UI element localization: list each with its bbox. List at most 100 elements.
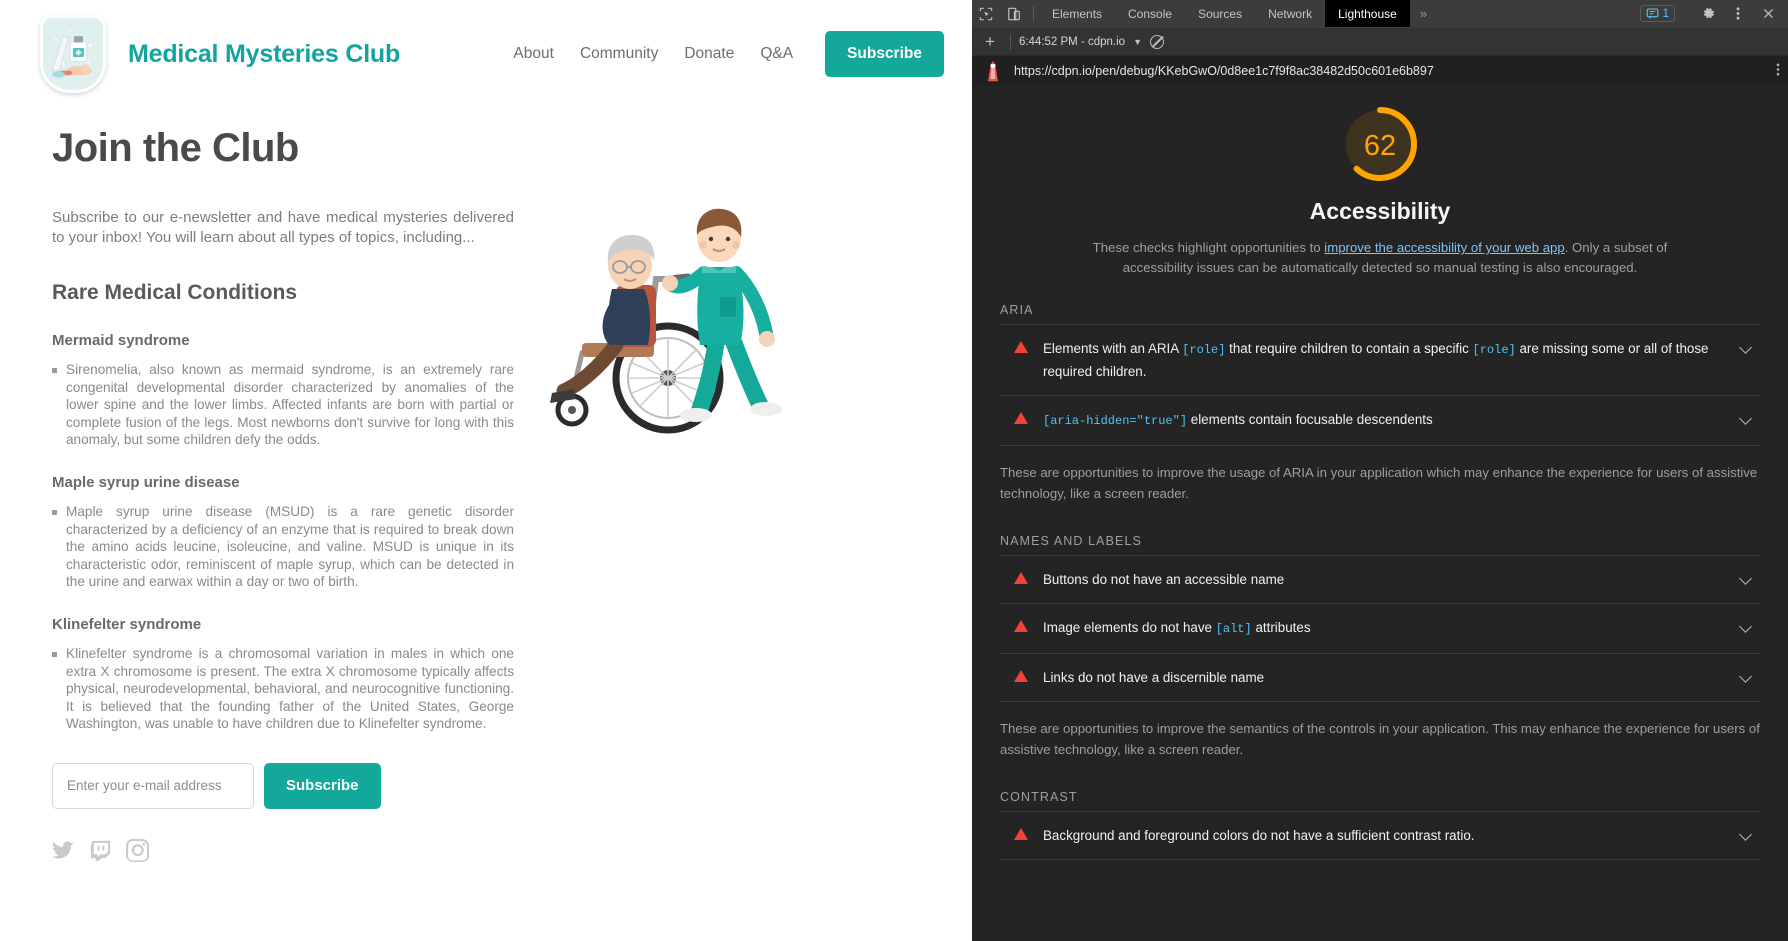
more-tabs-icon[interactable]: »: [1410, 0, 1437, 27]
instagram-icon[interactable]: [126, 838, 149, 862]
social-links: [52, 838, 522, 862]
subscribe-form: Subscribe: [52, 762, 522, 809]
issues-badge[interactable]: 1: [1639, 5, 1675, 22]
category-title: Accessibility: [1309, 198, 1451, 224]
lighthouse-runs-bar: + 6:44:52 PM - cdpn.io ▼: [972, 28, 1788, 56]
audit-list: Background and foreground colors do not …: [1000, 811, 1760, 860]
score-gauge-wrap: 62: [1000, 104, 1760, 189]
condition-list-0: Sirenomelia, also known as mermaid syndr…: [52, 361, 522, 449]
lighthouse-icon: [988, 61, 998, 82]
nav-item-donate[interactable]: Donate: [684, 45, 734, 63]
audit-group-title: NAMES AND LABELS: [1000, 534, 1142, 548]
chevron-down-icon[interactable]: ▼: [1133, 37, 1142, 47]
plus-icon[interactable]: +: [978, 33, 1002, 50]
gear-icon[interactable]: [1694, 6, 1722, 21]
lighthouse-report: 62 Accessibility These checks highlight …: [972, 86, 1788, 941]
score-value: 62: [1363, 130, 1397, 162]
accessibility-score-gauge: 62: [1340, 104, 1420, 189]
twitter-icon[interactable]: [52, 839, 75, 862]
chevron-down-icon[interactable]: [1739, 828, 1752, 841]
list-item: Sirenomelia, also known as mermaid syndr…: [52, 361, 514, 449]
section-title: Rare Medical Conditions: [52, 281, 298, 304]
audit-title: Background and foreground colors do not …: [1043, 828, 1475, 843]
brand-title: Medical Mysteries Club: [128, 39, 401, 68]
audit-title: Elements with an ARIA [role] that requir…: [1043, 341, 1709, 379]
report-more-options-icon[interactable]: [1776, 62, 1780, 80]
condition-term-2: Klinefelter syndrome: [52, 615, 202, 633]
condition-list-1: Maple syrup urine disease (MSUD) is a ra…: [52, 503, 522, 591]
report-url: https://cdpn.io/pen/debug/KKebGwO/0d8ee1…: [1014, 64, 1434, 78]
chevron-down-icon[interactable]: [1739, 670, 1752, 683]
toolbar-divider: [1033, 6, 1034, 21]
logo-artwork: [51, 29, 93, 78]
audit-list: Buttons do not have an accessible name Im…: [1000, 555, 1760, 702]
devtools-tabbar: Elements Console Sources Network Lightho…: [972, 0, 1788, 28]
subscribe-button[interactable]: Subscribe: [264, 762, 381, 809]
nurse-pushing-wheelchair-illustration: [550, 208, 782, 434]
audit-row[interactable]: Elements with an ARIA [role] that requir…: [1000, 325, 1760, 396]
report-url-bar: https://cdpn.io/pen/debug/KKebGwO/0d8ee1…: [972, 56, 1788, 86]
chevron-down-icon[interactable]: [1739, 341, 1752, 354]
audit-groups: ARIA Elements with an ARIA [role] that re…: [1000, 303, 1760, 860]
site-header: Medical Mysteries Club About Community D…: [0, 0, 972, 108]
condition-term-0: Mermaid syndrome: [52, 332, 190, 349]
audit-row[interactable]: [aria-hidden="true"] elements contain fo…: [1000, 396, 1760, 446]
nav-item-about[interactable]: About: [513, 45, 554, 63]
run-selector-label[interactable]: 6:44:52 PM - cdpn.io: [1019, 36, 1125, 48]
audit-list: Elements with an ARIA [role] that requir…: [1000, 324, 1760, 446]
condition-list-2: Klinefelter syndrome is a chromosomal va…: [52, 645, 522, 733]
audit-group-description: These are opportunities to improve the s…: [1000, 721, 1760, 757]
audit-group-title: CONTRAST: [1000, 790, 1078, 804]
devtools-panel: Elements Console Sources Network Lightho…: [972, 0, 1788, 941]
twitch-icon[interactable]: [89, 839, 112, 862]
chevron-down-icon[interactable]: [1739, 572, 1752, 585]
warning-triangle-icon: [1014, 412, 1028, 424]
inspect-element-icon[interactable]: [972, 0, 1000, 27]
audit-title: Buttons do not have an accessible name: [1043, 572, 1285, 587]
page-title: Join the Club: [52, 126, 299, 170]
category-description: These checks highlight opportunities to …: [1075, 238, 1685, 277]
tab-sources[interactable]: Sources: [1185, 0, 1255, 27]
warning-triangle-icon: [1014, 670, 1028, 682]
warning-triangle-icon: [1014, 572, 1028, 584]
more-options-icon[interactable]: [1724, 6, 1752, 21]
devtools-toolbar-right: 1: [1639, 0, 1788, 27]
audit-row[interactable]: Background and foreground colors do not …: [1000, 812, 1760, 860]
chevron-down-icon[interactable]: [1739, 620, 1752, 633]
nav-item-community[interactable]: Community: [580, 45, 658, 63]
accessibility-doc-link[interactable]: improve the accessibility of your web ap…: [1324, 240, 1564, 255]
subbar-divider: [1009, 33, 1011, 50]
warning-triangle-icon: [1014, 620, 1028, 632]
list-item: Klinefelter syndrome is a chromosomal va…: [52, 645, 514, 733]
audit-title: Image elements do not have [alt] attribu…: [1043, 620, 1311, 636]
audit-row[interactable]: Image elements do not have [alt] attribu…: [1000, 604, 1760, 654]
email-field[interactable]: [52, 762, 254, 809]
audit-group-description: These are opportunities to improve the u…: [1000, 465, 1758, 501]
audit-title: [aria-hidden="true"] elements contain fo…: [1043, 412, 1433, 428]
condition-term-1: Maple syrup urine disease: [52, 473, 240, 491]
tab-network[interactable]: Network: [1255, 0, 1325, 27]
issues-icon: [1646, 8, 1658, 19]
warning-triangle-icon: [1014, 341, 1028, 353]
issues-count: 1: [1662, 7, 1669, 20]
close-icon[interactable]: [1754, 7, 1782, 20]
audit-row[interactable]: Links do not have a discernible name: [1000, 654, 1760, 702]
tab-lighthouse[interactable]: Lighthouse: [1325, 0, 1410, 27]
audit-title: Links do not have a discernible name: [1043, 670, 1265, 685]
list-item: Maple syrup urine disease (MSUD) is a ra…: [52, 503, 514, 591]
nav-subscribe-button[interactable]: Subscribe: [825, 31, 944, 77]
tab-console[interactable]: Console: [1115, 0, 1185, 27]
clear-icon[interactable]: [1149, 34, 1164, 49]
web-page-viewport: Medical Mysteries Club About Community D…: [0, 0, 972, 941]
chevron-down-icon[interactable]: [1739, 412, 1752, 425]
content-column: Join the Club Subscribe to our e-newslet…: [52, 126, 522, 862]
audit-group-title: ARIA: [1000, 303, 1034, 317]
main-navigation: About Community Donate Q&A Subscribe: [513, 31, 944, 77]
description-before: These checks highlight opportunities to: [1092, 240, 1325, 255]
device-toolbar-icon[interactable]: [1000, 0, 1028, 27]
medical-shield-badge-icon[interactable]: [40, 15, 106, 93]
warning-triangle-icon: [1014, 828, 1028, 840]
nav-item-qa[interactable]: Q&A: [760, 45, 793, 63]
audit-row[interactable]: Buttons do not have an accessible name: [1000, 556, 1760, 604]
tab-elements[interactable]: Elements: [1039, 0, 1115, 27]
